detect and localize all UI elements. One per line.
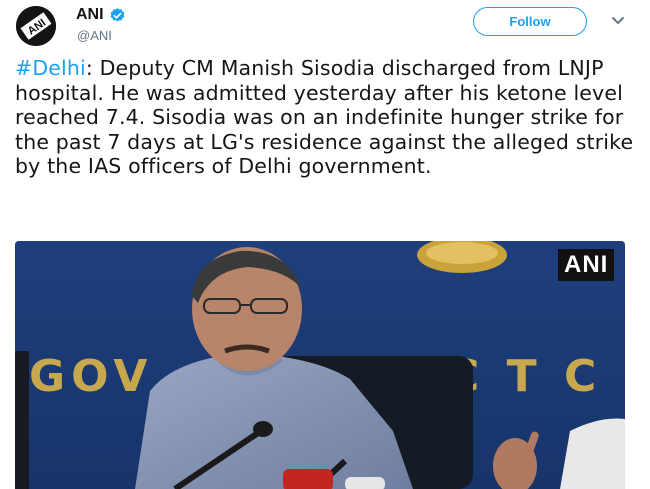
hashtag-link[interactable]: #Delhi bbox=[15, 56, 86, 80]
press-conference-photo: GOV C T C bbox=[15, 241, 625, 489]
verified-badge-icon bbox=[110, 7, 124, 22]
backdrop-text-left: GOV bbox=[29, 351, 153, 402]
tweet-header: ANI ANI @ANI Follow bbox=[0, 0, 650, 56]
tweet-text: #Delhi: Deputy CM Manish Sisodia dischar… bbox=[15, 56, 640, 179]
avatar[interactable]: ANI bbox=[16, 6, 56, 46]
chevron-down-icon[interactable] bbox=[612, 16, 624, 26]
ani-logo-icon: ANI bbox=[16, 6, 56, 46]
watermark-badge: ANI bbox=[558, 249, 615, 281]
follow-button[interactable]: Follow bbox=[473, 7, 587, 36]
user-handle[interactable]: @ANI bbox=[77, 28, 112, 43]
tweet-body: : Deputy CM Manish Sisodia discharged fr… bbox=[15, 56, 634, 178]
name-row: ANI bbox=[76, 6, 126, 24]
display-name[interactable]: ANI bbox=[76, 6, 104, 24]
tweet-photo[interactable]: GOV C T C ANI bbox=[15, 241, 625, 489]
